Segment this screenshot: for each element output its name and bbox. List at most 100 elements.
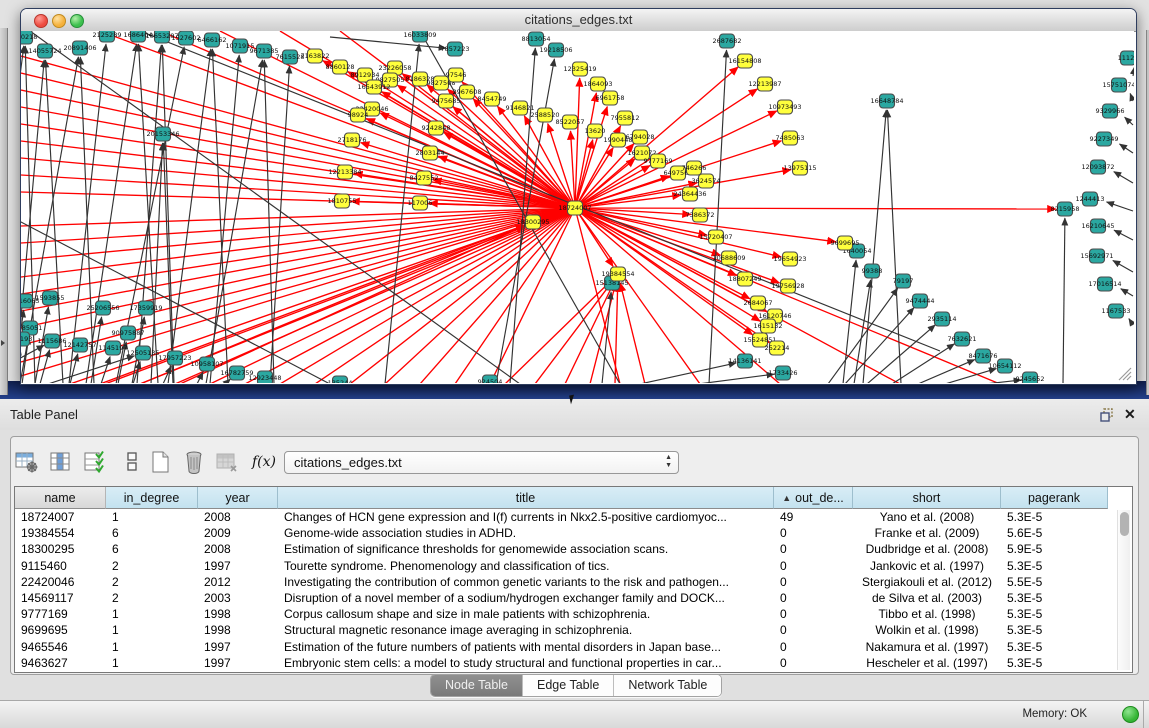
graph-node[interactable]: 16648784 bbox=[870, 94, 903, 108]
graph-node[interactable]: 924504 bbox=[478, 375, 503, 383]
tab-edge-table[interactable]: Edge Table bbox=[523, 675, 614, 696]
graph-node[interactable]: 13975115 bbox=[783, 161, 816, 175]
delete-trash-icon[interactable] bbox=[182, 450, 210, 475]
graph-node[interactable]: 19654923 bbox=[773, 252, 806, 266]
graph-node[interactable]: 10958107 bbox=[190, 357, 223, 371]
graph-node[interactable]: 17016514 bbox=[1088, 277, 1121, 291]
graph-node[interactable]: 15692971 bbox=[1080, 249, 1113, 263]
column-header-year[interactable]: year bbox=[198, 487, 278, 509]
graph-node[interactable]: 2935114 bbox=[928, 312, 957, 326]
graph-node[interactable]: 8215958 bbox=[1051, 202, 1080, 216]
graph-node[interactable]: 99388 bbox=[862, 264, 883, 278]
graph-node[interactable]: 12213384 bbox=[328, 165, 361, 179]
graph-node[interactable]: 15720407 bbox=[699, 230, 732, 244]
network-canvas[interactable]: 2402181405572420891406212528916864041065… bbox=[21, 31, 1134, 383]
graph-node[interactable]: 16033809 bbox=[403, 31, 436, 42]
window-titlebar[interactable]: citations_edges.txt bbox=[21, 9, 1136, 32]
stacked-squares-icon[interactable] bbox=[120, 450, 148, 475]
resize-grip[interactable] bbox=[1116, 365, 1132, 381]
graph-node[interactable]: 10688609 bbox=[712, 251, 745, 265]
graph-node[interactable]: 1810755 bbox=[328, 194, 357, 208]
graph-node[interactable]: 9329966 bbox=[1096, 104, 1125, 118]
table-cell: 5.3E-5 bbox=[1001, 558, 1108, 574]
graph-node[interactable]: 90975887 bbox=[111, 326, 144, 340]
graph-node[interactable]: 6466162 bbox=[198, 33, 227, 47]
graph-node[interactable]: 2687682 bbox=[713, 34, 742, 48]
column-header-pagerank[interactable]: pagerank bbox=[1001, 487, 1108, 509]
close-panel-icon[interactable]: ✕ bbox=[1124, 406, 1136, 423]
graph-node[interactable]: 97546 bbox=[446, 68, 467, 82]
graph-node[interactable]: 1593855 bbox=[36, 291, 65, 305]
table-cell: 0 bbox=[774, 574, 853, 590]
table-row[interactable]: 1872400712008Changes of HCN gene express… bbox=[15, 509, 1115, 525]
graph-node[interactable]: 1864093 bbox=[584, 77, 613, 91]
column-header-indegree[interactable]: in_degree bbox=[106, 487, 198, 509]
table-cell: 1 bbox=[106, 639, 198, 655]
graph-node[interactable]: 7163822 bbox=[301, 49, 330, 63]
function-icon[interactable]: f(x) bbox=[252, 453, 280, 478]
graph-node[interactable]: 14136141 bbox=[728, 354, 761, 368]
table-row[interactable]: 969969511998Structural magnetic resonanc… bbox=[15, 622, 1115, 638]
graph-node[interactable]: 8813054 bbox=[522, 32, 551, 46]
graph-node[interactable]: 1244413 bbox=[1076, 192, 1105, 206]
column-header-name[interactable]: name bbox=[15, 487, 106, 509]
table-row[interactable]: 946554611997Estimation of the future num… bbox=[15, 639, 1115, 655]
table-settings-icon[interactable] bbox=[14, 450, 42, 475]
table-row[interactable]: 946362711997Embryonic stem cells: a mode… bbox=[15, 655, 1115, 671]
graph-node[interactable]: 2125289 bbox=[93, 31, 122, 42]
column-header-title[interactable]: title bbox=[278, 487, 774, 509]
float-panel-icon[interactable] bbox=[1100, 408, 1115, 422]
table-row[interactable]: 1456911722003Disruption of a novel membe… bbox=[15, 590, 1115, 606]
column-header-short[interactable]: short bbox=[853, 487, 1001, 509]
show-columns-icon[interactable] bbox=[48, 450, 76, 475]
graph-node[interactable]: 1167533 bbox=[1102, 304, 1131, 318]
graph-node[interactable]: 7857223 bbox=[441, 42, 470, 56]
graph-node[interactable]: 240218 bbox=[21, 31, 37, 44]
graph-node[interactable]: 79197 bbox=[893, 274, 914, 288]
scrollbar-thumb[interactable] bbox=[1120, 512, 1129, 536]
graph-node-label: 1864093 bbox=[584, 80, 613, 88]
graph-node[interactable]: 7386372 bbox=[686, 208, 715, 222]
graph-node[interactable]: 2718176 bbox=[338, 133, 367, 147]
graph-node[interactable]: 15751074 bbox=[1102, 78, 1134, 92]
graph-node[interactable]: 7485063 bbox=[776, 131, 805, 145]
graph-node[interactable]: 12093872 bbox=[1081, 160, 1114, 174]
graph-node[interactable]: 98924 bbox=[348, 108, 369, 122]
graph-node[interactable]: 6961758 bbox=[596, 91, 625, 105]
table-row[interactable]: 1830029562008Estimation of significance … bbox=[15, 541, 1115, 557]
splitter-arrow-icon[interactable] bbox=[1, 340, 5, 346]
select-rows-icon[interactable] bbox=[82, 450, 110, 475]
graph-node[interactable]: 1145197 bbox=[99, 341, 128, 355]
new-file-icon[interactable] bbox=[148, 450, 176, 475]
graph-node[interactable]: 20153346 bbox=[146, 127, 179, 141]
table-row[interactable]: 1938455462009Genome-wide association stu… bbox=[15, 525, 1115, 541]
tab-node-table[interactable]: Node Table bbox=[431, 675, 523, 696]
graph-node[interactable]: 13620 bbox=[585, 124, 606, 138]
graph-node[interactable]: 9227349 bbox=[1090, 132, 1119, 146]
graph-node[interactable]: 12505135 bbox=[126, 346, 159, 360]
table-scrollbar[interactable] bbox=[1117, 510, 1130, 670]
graph-node[interactable]: 20891406 bbox=[63, 41, 96, 55]
column-header-outde[interactable]: ▲out_de... bbox=[774, 487, 853, 509]
graph-node[interactable]: 19218506 bbox=[539, 43, 572, 57]
graph-node[interactable]: 14055724 bbox=[28, 44, 61, 58]
graph-node[interactable]: 11126 bbox=[1118, 51, 1134, 65]
table-row[interactable]: 911546021997Tourette syndrome. Phenomeno… bbox=[15, 558, 1115, 574]
graph-node[interactable]: 9245652 bbox=[1016, 372, 1045, 383]
graph-node[interactable]: 8522057 bbox=[556, 115, 585, 129]
table-row[interactable]: 977716911998Corpus callosum shape and si… bbox=[15, 606, 1115, 622]
graph-node[interactable]: 7632621 bbox=[948, 332, 977, 346]
graph-node-label: 7632621 bbox=[948, 335, 977, 343]
tab-network-table[interactable]: Network Table bbox=[614, 675, 721, 696]
graph-node[interactable]: 12213987 bbox=[748, 77, 781, 91]
graph-node[interactable]: 12325419 bbox=[563, 62, 596, 76]
left-splitter[interactable] bbox=[0, 28, 8, 395]
graph-node[interactable]: 7955812 bbox=[611, 111, 640, 125]
graph-node[interactable]: 135244 bbox=[328, 376, 353, 383]
graph-node[interactable]: 10654112 bbox=[988, 359, 1021, 373]
graph-node[interactable]: 9474444 bbox=[906, 294, 935, 308]
graph-node[interactable]: 16210645 bbox=[1081, 219, 1114, 233]
graph-node[interactable]: 16154808 bbox=[728, 54, 761, 68]
table-selector-dropdown[interactable]: citations_edges.txt ▲▼ bbox=[284, 451, 679, 474]
table-row[interactable]: 2242004622012Investigating the contribut… bbox=[15, 574, 1115, 590]
